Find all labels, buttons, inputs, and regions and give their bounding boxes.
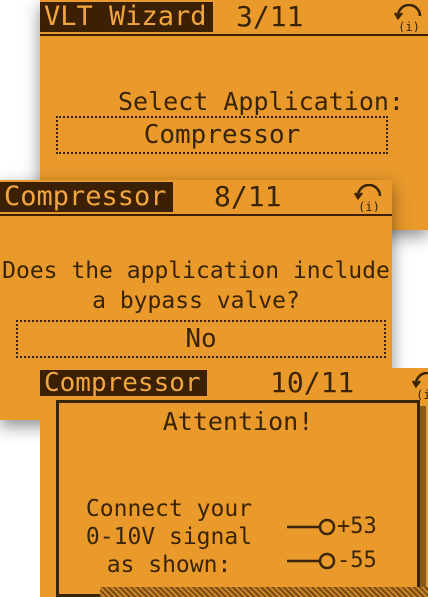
terminal-53: +53: [287, 511, 417, 543]
step-counter: 3/11: [236, 0, 304, 33]
step-counter: 10/11: [270, 368, 355, 399]
dialog-title: Attention!: [162, 407, 314, 436]
header-rule: [0, 214, 392, 216]
step-counter: 8/11: [214, 180, 282, 213]
prompt-text: Select Application:: [118, 87, 404, 116]
svg-text:(i): (i): [358, 200, 380, 212]
dialog-message-line2: 0-10V signal: [85, 524, 253, 550]
svg-text:(i): (i): [416, 388, 428, 400]
screen-header: Compressor 8/11 (i): [0, 180, 392, 216]
terminal-55: -55: [287, 545, 417, 577]
svg-text:(i): (i): [398, 20, 420, 32]
dialog-shadow: [100, 587, 428, 597]
bypass-valve-selector[interactable]: No: [16, 320, 386, 358]
wizard-title-tag: Compressor: [40, 370, 207, 396]
terminal-connector-icon: [287, 518, 336, 536]
dialog-message: Connect your 0-10V signal as shown:: [69, 495, 269, 579]
attention-dialog: Attention! Connect your 0-10V signal as …: [56, 400, 420, 597]
terminal-connector-icon: [287, 552, 336, 570]
dialog-message-line3: as shown:: [106, 552, 232, 578]
application-selector[interactable]: Compressor: [56, 116, 388, 154]
screen-header: Compressor 10/11 (i): [40, 368, 428, 404]
prompt-text-line1: Does the application include: [2, 258, 390, 284]
terminal-label: -55: [337, 548, 377, 573]
screen-header: VLT Wizard 3/11 (i): [40, 0, 428, 36]
dialog-message-line1: Connect your: [85, 496, 253, 522]
info-nav-icon[interactable]: (i): [352, 184, 386, 212]
info-nav-icon[interactable]: (i): [392, 4, 426, 32]
wizard-title-tag: VLT Wizard: [40, 2, 213, 32]
header-rule: [40, 34, 428, 36]
wizard-title-tag: Compressor: [0, 182, 173, 212]
wizard-screen-attention: Compressor 10/11 (i) Attention! Connect …: [40, 368, 428, 597]
terminal-label: +53: [337, 514, 377, 539]
prompt-text-line2: a bypass valve?: [92, 288, 300, 314]
info-nav-icon[interactable]: (i): [410, 372, 428, 400]
